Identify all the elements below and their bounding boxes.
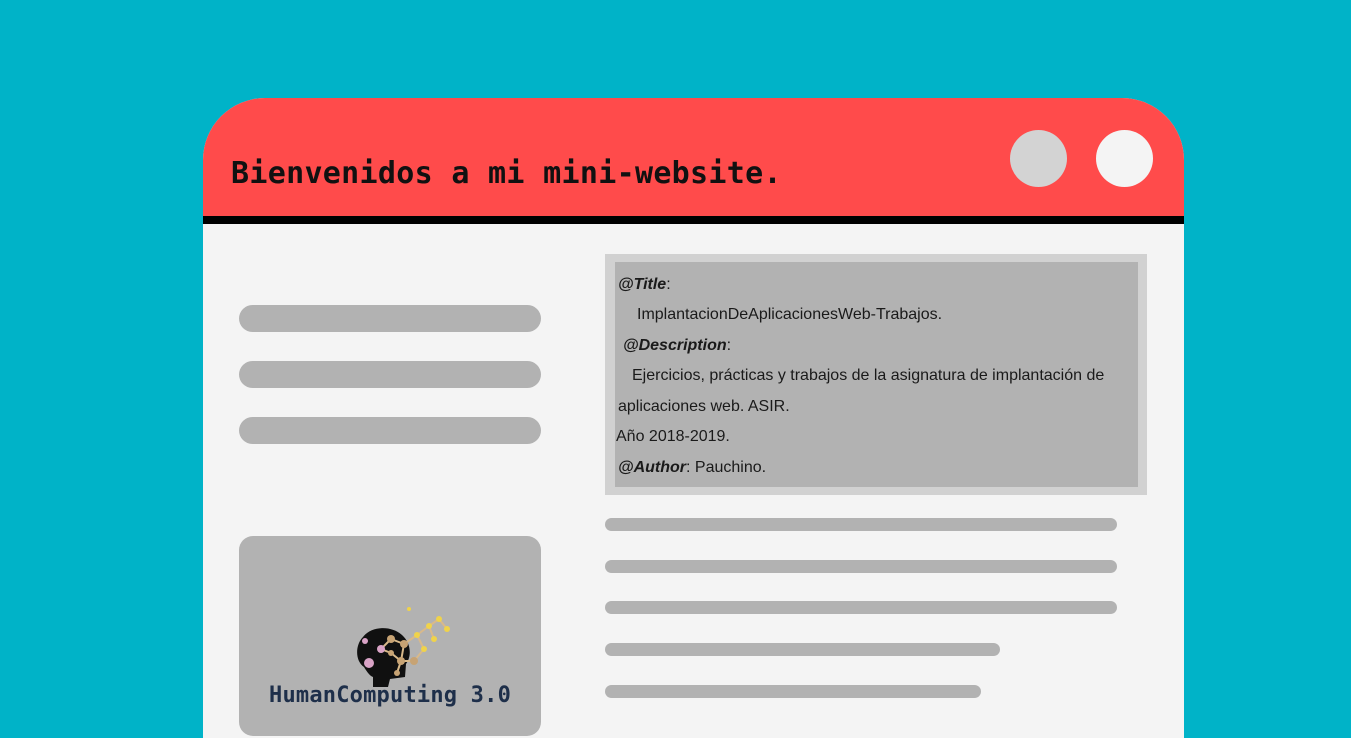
- logo-card: HumanComputing 3.0: [239, 536, 541, 736]
- nav-placeholder-3: [239, 417, 541, 444]
- year-text: Año 2018-2019.: [616, 428, 730, 445]
- info-panel: @Title: ImplantacionDeAplicacionesWeb-Tr…: [605, 254, 1147, 495]
- title-label-row: @Title:: [618, 276, 671, 293]
- page-title: Bienvenidos a mi mini-website.: [231, 156, 782, 191]
- window-button-minimize[interactable]: [1010, 130, 1067, 187]
- nav-placeholder-2: [239, 361, 541, 388]
- description-label: @Description: [623, 337, 727, 354]
- humancomputing-logo: HumanComputing 3.0: [269, 601, 512, 721]
- author-row: @Author: Pauchino.: [618, 459, 767, 476]
- window-titlebar: Bienvenidos a mi mini-website.: [203, 98, 1184, 224]
- content-placeholder-5: [605, 685, 981, 698]
- description-label-row: @Description:: [623, 337, 732, 354]
- description-line-1: Ejercicios, prácticas y trabajos de la a…: [632, 367, 1105, 384]
- author-value: Pauchino.: [694, 459, 767, 476]
- title-value: ImplantacionDeAplicacionesWeb-Trabajos.: [637, 306, 943, 323]
- browser-window: Bienvenidos a mi mini-website. HumanComp…: [203, 98, 1184, 738]
- info-panel-content: @Title: ImplantacionDeAplicacionesWeb-Tr…: [615, 262, 1138, 487]
- content-placeholder-1: [605, 518, 1117, 531]
- description-line-2: aplicaciones web. ASIR.: [618, 398, 790, 415]
- content-placeholder-4: [605, 643, 1000, 656]
- author-label: @Author: [618, 459, 687, 476]
- content-placeholder-2: [605, 560, 1117, 573]
- nav-placeholder-1: [239, 305, 541, 332]
- content-placeholder-3: [605, 601, 1117, 614]
- window-button-close[interactable]: [1096, 130, 1153, 187]
- logo-text: HumanComputing 3.0: [269, 683, 512, 708]
- title-label: @Title: [618, 276, 667, 293]
